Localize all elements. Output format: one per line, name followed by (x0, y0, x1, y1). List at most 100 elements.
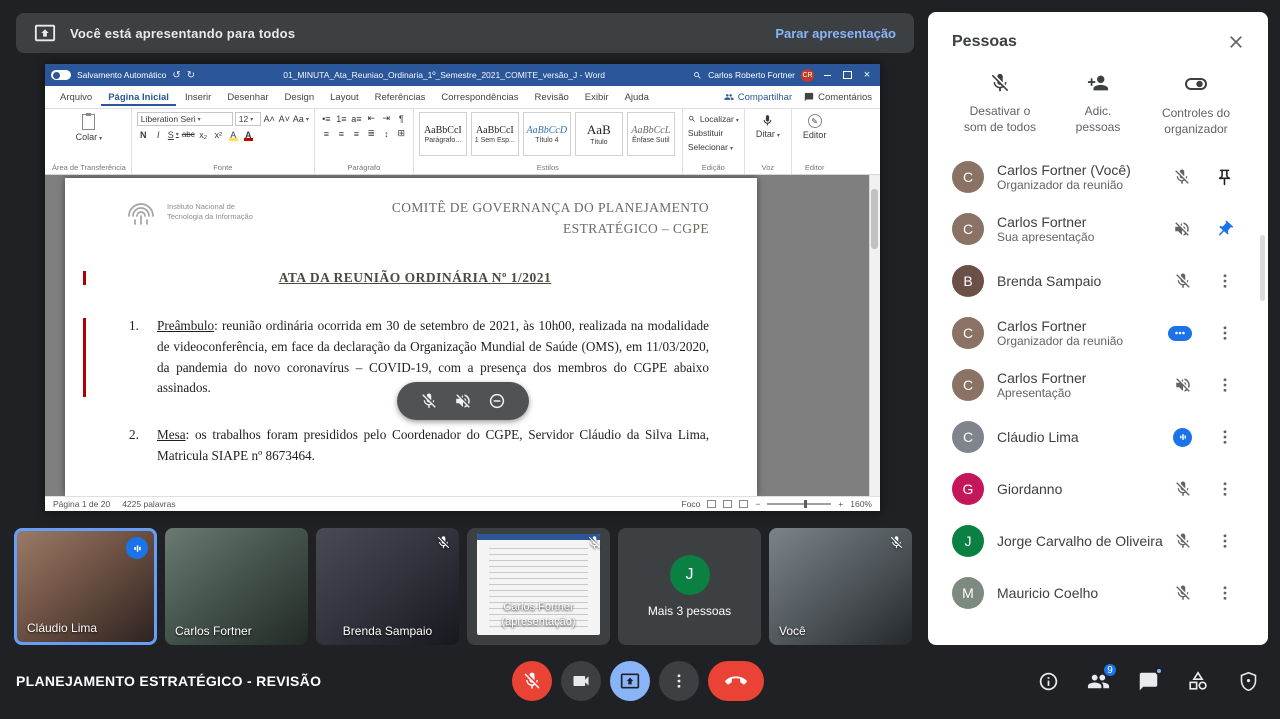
avatar: J (952, 525, 984, 557)
more-actions-button[interactable] (1216, 480, 1234, 498)
volume-off-icon[interactable] (1174, 376, 1192, 394)
mic-off-icon[interactable] (1174, 480, 1192, 498)
more-options-button[interactable] (659, 661, 699, 701)
dictate-button: Ditar (750, 112, 786, 141)
pin-button[interactable] (1215, 168, 1234, 187)
autosave-toggle (51, 70, 71, 80)
participant-row: M Mauricio Coelho (928, 567, 1268, 619)
font-name-select: Liberation Seri (137, 112, 233, 126)
participant-name: Carlos Fortner (Você) (997, 162, 1131, 178)
participant-row: B Brenda Sampaio (928, 255, 1268, 307)
tile-claudio-lima[interactable]: Cláudio Lima (14, 528, 157, 645)
tile-carlos-fortner[interactable]: Carlos Fortner (165, 528, 308, 645)
increase-indent-icon (380, 112, 393, 125)
find-button: Localizar (688, 112, 739, 126)
participant-list: C Carlos Fortner (Você) Organizador da r… (928, 151, 1268, 619)
editor-button: Editor (797, 112, 833, 142)
panel-scrollbar[interactable] (1260, 235, 1265, 301)
style-enfase-sutil: AaBbCcL Ênfase Sutil (627, 112, 675, 156)
chat-panel-button[interactable] (1136, 669, 1160, 693)
meeting-panels-controls: 9 (1036, 669, 1260, 693)
mic-off-icon[interactable] (1174, 272, 1192, 290)
tile-carlos-fortner-presentation[interactable]: Carlos Fortner (apresentação) (467, 528, 610, 645)
volume-off-icon[interactable] (1173, 220, 1191, 238)
paragraph-group: Parágrafo (315, 109, 414, 174)
more-actions-button[interactable] (1216, 428, 1234, 446)
bullets-icon (320, 112, 333, 125)
overlay-mic-off-button[interactable] (420, 392, 438, 410)
participant-subtitle: Apresentação (997, 386, 1086, 400)
line-spacing-icon (380, 127, 393, 140)
overlay-audio-off-button[interactable] (454, 392, 472, 410)
clipboard-group: Colar Área de Transferência (47, 109, 132, 174)
mic-off-icon (889, 535, 904, 550)
host-controls-toggle[interactable]: Controles doorganizador (1150, 72, 1242, 137)
editor-group: Editor Editor (792, 109, 838, 174)
mic-toggle-button[interactable] (512, 661, 552, 701)
mic-off-icon[interactable] (1173, 168, 1191, 186)
shared-screen-word-window: Salvamento Automático ↺ ↻ 01_MINUTA_Ata_… (45, 64, 880, 511)
align-center-icon (335, 127, 348, 140)
participant-name: Jorge Carvalho de Oliveira (997, 533, 1163, 549)
participant-name: Cláudio Lima (997, 429, 1079, 445)
web-layout-icon (739, 500, 748, 508)
pinned-button[interactable] (1211, 216, 1238, 243)
tile-brenda-sampaio[interactable]: Brenda Sampaio (316, 528, 459, 645)
doc-paragraph-2: 2. Mesa: os trabalhos foram presididos p… (121, 425, 709, 467)
italic-button: I (152, 128, 165, 141)
styles-group: AaBbCcI Parágrafo... AaBbCcI 1 Sem Esp..… (414, 109, 683, 174)
participant-subtitle: Organizador da reunião (997, 334, 1123, 348)
participant-filmstrip: Cláudio Lima Carlos Fortner Brenda Sampa… (14, 528, 912, 645)
activities-button[interactable] (1186, 669, 1210, 693)
style-sem-espacamento: AaBbCcI 1 Sem Esp... (471, 112, 519, 156)
editor-icon (808, 114, 822, 128)
more-actions-button[interactable] (1216, 324, 1234, 342)
leave-call-button[interactable] (708, 661, 764, 701)
mic-off-icon[interactable] (1174, 584, 1192, 602)
mic-off-icon[interactable] (1174, 532, 1192, 550)
avatar: C (952, 213, 984, 245)
mute-all-button[interactable]: Desativar osom de todos (954, 72, 1046, 137)
word-ribbon-tabs: Arquivo Página Inicial Inserir Desenhar … (45, 86, 880, 109)
avatar: G (952, 473, 984, 505)
call-controls (512, 661, 764, 701)
more-actions-button[interactable] (1216, 376, 1234, 394)
iti-logo: Instituto Nacional de Tecnologia da Info… (121, 192, 253, 232)
close-panel-button[interactable] (1226, 32, 1246, 52)
zoom-slider (767, 503, 831, 505)
tile-more-people[interactable]: J Mais 3 pessoas (618, 528, 761, 645)
participant-name: Carlos Fortner (997, 318, 1123, 334)
people-panel-button[interactable]: 9 (1086, 669, 1110, 693)
bold-button: N (137, 128, 150, 141)
participant-name: Carlos Fortner (997, 370, 1086, 386)
speaking-indicator-icon[interactable] (1168, 326, 1192, 341)
participant-name: Mauricio Coelho (997, 585, 1098, 601)
host-controls-button[interactable] (1236, 669, 1260, 693)
more-actions-button[interactable] (1216, 584, 1234, 602)
show-marks-icon (395, 112, 408, 125)
restore-button (840, 69, 854, 81)
camera-toggle-button[interactable] (561, 661, 601, 701)
underline-button: S (167, 128, 180, 141)
participant-name: Giordanno (997, 481, 1062, 497)
tab-desenhar: Desenhar (220, 89, 275, 106)
change-case-icon: Aa (293, 113, 309, 126)
more-actions-button[interactable] (1216, 532, 1234, 550)
present-button[interactable] (610, 661, 650, 701)
add-people-button[interactable]: Adic.pessoas (1052, 72, 1144, 137)
presenting-text: Você está apresentando para todos (70, 26, 295, 41)
paste-button: Colar (52, 112, 126, 144)
strikethrough-button: abc (182, 128, 195, 141)
tile-you[interactable]: Você (769, 528, 912, 645)
avatar: M (952, 577, 984, 609)
tab-exibir: Exibir (578, 89, 616, 106)
word-ribbon: Colar Área de Transferência Liberation S… (45, 109, 880, 175)
meeting-details-button[interactable] (1036, 669, 1060, 693)
overlay-remove-button[interactable] (488, 392, 506, 410)
speaking-indicator-icon[interactable] (1173, 428, 1192, 447)
stop-presenting-link[interactable]: Parar apresentação (775, 26, 896, 41)
word-document-area: Instituto Nacional de Tecnologia da Info… (45, 175, 880, 496)
superscript-button: x² (212, 128, 225, 141)
zoom-out-icon: − (755, 499, 760, 509)
more-actions-button[interactable] (1216, 272, 1234, 290)
